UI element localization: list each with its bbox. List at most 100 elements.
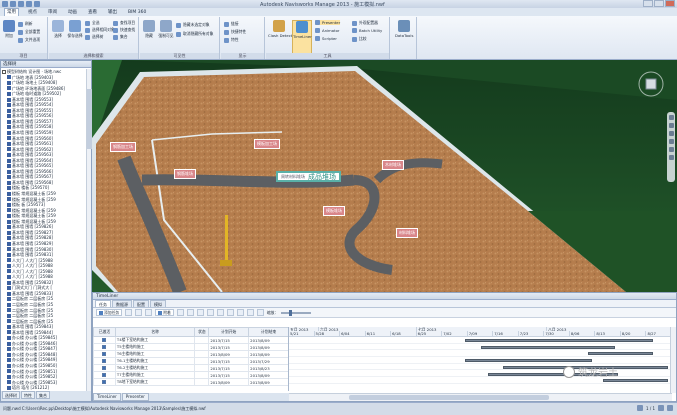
task-end[interactable]: 2013/8/09 bbox=[248, 336, 288, 344]
task-status[interactable] bbox=[194, 371, 210, 379]
tab-home[interactable]: 常用 bbox=[4, 8, 19, 16]
undo-icon[interactable] bbox=[26, 1, 32, 7]
task-status[interactable] bbox=[194, 343, 210, 351]
gantt-scroll-thumb[interactable] bbox=[349, 395, 549, 400]
gantt-bar[interactable] bbox=[465, 339, 653, 342]
task-row[interactable]: T6-1主楼结构施工 2013/7/15 2013/7/29 bbox=[93, 357, 288, 365]
task-start[interactable]: 2013/7/15 bbox=[208, 343, 250, 351]
task-end[interactable]: 2013/8/23 bbox=[248, 364, 288, 372]
tab-bim360[interactable]: BIM 360 bbox=[126, 10, 148, 15]
bottom-tab-presenter[interactable]: Presenter bbox=[121, 393, 149, 401]
orbit-icon[interactable] bbox=[668, 139, 674, 144]
appearance-profiler-button[interactable]: 外观配置器 bbox=[352, 20, 378, 26]
task-start[interactable]: 2013/7/15 bbox=[208, 364, 250, 372]
active-checkbox[interactable] bbox=[102, 365, 107, 370]
task-status[interactable] bbox=[194, 336, 210, 344]
task-name[interactable]: T6-1主楼结构施工 bbox=[114, 357, 196, 365]
clear-icon[interactable] bbox=[186, 309, 194, 316]
scene-viewport[interactable]: 钢筋加工场 模板加工场 钢筋堆场 木材堆场 模板堆场 材料堆场 周转材料堆场 成… bbox=[92, 60, 677, 292]
hide-button[interactable]: 隐藏 bbox=[141, 20, 157, 39]
task-name[interactable]: T7主楼结构施工 bbox=[114, 371, 196, 379]
tree-scrollbar[interactable] bbox=[86, 69, 92, 391]
look-icon[interactable] bbox=[668, 147, 674, 152]
task-active-cell[interactable] bbox=[93, 378, 116, 386]
page-prev-icon[interactable] bbox=[637, 405, 644, 411]
task-start[interactable]: 2013/7/15 bbox=[208, 371, 250, 379]
task-end[interactable]: 2013/8/09 bbox=[248, 378, 288, 386]
task-active-cell[interactable] bbox=[93, 350, 116, 358]
columns-icon[interactable] bbox=[206, 309, 214, 316]
zoom-slider-thumb[interactable] bbox=[289, 309, 293, 316]
task-start[interactable]: 2013/8/09 bbox=[208, 378, 250, 386]
indent-icon[interactable] bbox=[216, 309, 224, 316]
active-checkbox[interactable] bbox=[102, 337, 107, 342]
task-name[interactable]: T4楼下室结构施工 bbox=[114, 336, 196, 344]
datatools-button[interactable]: DataTools bbox=[395, 20, 413, 38]
task-row[interactable]: T6主楼结构施工 2013/8/09 2013/8/09 bbox=[93, 350, 288, 358]
task-row[interactable]: T7主楼结构施工 2013/7/15 2013/8/09 bbox=[93, 371, 288, 379]
tab-output[interactable]: 输出 bbox=[106, 9, 119, 15]
properties-button[interactable]: 特性 bbox=[224, 37, 239, 43]
tab-configure[interactable]: 配置 bbox=[133, 300, 149, 307]
timeliner-button[interactable]: TimeLiner bbox=[292, 20, 312, 54]
zoom-slider[interactable] bbox=[281, 309, 312, 316]
task-active-cell[interactable] bbox=[93, 371, 116, 379]
tab-viewpoint[interactable]: 视点 bbox=[26, 9, 39, 15]
task-end[interactable]: 2013/7/29 bbox=[248, 357, 288, 365]
task-name[interactable]: T6主楼结构施工 bbox=[114, 350, 196, 358]
timeliner-vscrollbar[interactable] bbox=[670, 327, 676, 393]
gantt-bar[interactable] bbox=[480, 345, 615, 349]
task-status[interactable] bbox=[194, 357, 210, 365]
active-checkbox[interactable] bbox=[102, 379, 107, 384]
redo-icon[interactable] bbox=[34, 1, 40, 7]
task-row[interactable]: T8地下室结构施工 2013/8/09 2013/8/09 bbox=[93, 378, 288, 386]
walk-icon[interactable] bbox=[668, 155, 674, 160]
page-next-icon[interactable] bbox=[658, 405, 664, 411]
task-end[interactable]: 2013/8/09 bbox=[248, 343, 288, 351]
tab-properties[interactable]: 特性 bbox=[21, 391, 35, 399]
select-all-button[interactable]: 全选 bbox=[85, 20, 100, 26]
task-status[interactable] bbox=[194, 350, 210, 358]
task-name[interactable]: T8地下室结构施工 bbox=[114, 378, 196, 386]
quick-properties-button[interactable]: 快捷特性 bbox=[224, 29, 246, 35]
active-checkbox[interactable] bbox=[102, 372, 107, 377]
batch-utility-button[interactable]: Batch Utility bbox=[352, 28, 382, 33]
gantt-view-icon[interactable] bbox=[236, 309, 244, 316]
task-status[interactable] bbox=[194, 364, 210, 372]
close-button[interactable] bbox=[665, 0, 675, 7]
bottom-tab-timeliner[interactable]: TimeLiner bbox=[93, 393, 121, 401]
actual-view-icon[interactable] bbox=[256, 309, 264, 316]
tab-review[interactable]: 审阅 bbox=[46, 9, 59, 15]
refresh-button[interactable]: 刷新 bbox=[18, 21, 33, 27]
hide-unselected-button[interactable]: 隐藏未选定对象 bbox=[176, 22, 210, 28]
viewcube-icon[interactable] bbox=[637, 70, 665, 98]
file-options-button[interactable]: 文件选项 bbox=[18, 37, 40, 43]
save-icon[interactable] bbox=[18, 1, 24, 7]
gantt-bar[interactable] bbox=[603, 379, 669, 383]
gantt-bar[interactable] bbox=[587, 352, 653, 356]
col-status[interactable]: 状态 bbox=[194, 327, 210, 337]
maximize-button[interactable] bbox=[654, 0, 664, 7]
compare-button[interactable]: 比较 bbox=[352, 36, 367, 42]
task-row[interactable]: T4楼下室结构施工 2013/7/15 2013/8/09 bbox=[93, 336, 288, 344]
active-checkbox[interactable] bbox=[102, 351, 107, 356]
task-active-cell[interactable] bbox=[93, 336, 116, 344]
task-row[interactable]: T5主楼结构施工 2013/7/15 2013/8/09 bbox=[93, 343, 288, 351]
task-end[interactable]: 2013/8/09 bbox=[248, 350, 288, 358]
presenter-button[interactable]: Presenter bbox=[315, 20, 341, 25]
tab-data-sources[interactable]: 数据源 bbox=[112, 300, 132, 307]
clash-detective-button[interactable]: Clash Detective bbox=[268, 20, 298, 38]
select-button[interactable]: 选择 bbox=[50, 20, 66, 39]
selection-tree-button[interactable]: 选择树 bbox=[85, 34, 103, 40]
gantt-bar[interactable] bbox=[465, 359, 592, 363]
task-row[interactable]: T6-2主楼结构施工 2013/7/15 2013/8/23 bbox=[93, 364, 288, 372]
quick-find-button[interactable]: 快速查找 bbox=[113, 27, 135, 33]
steering-wheel-icon[interactable] bbox=[668, 115, 674, 120]
zoom-icon[interactable] bbox=[668, 131, 674, 136]
reset-all-button[interactable]: 全部重置 bbox=[18, 29, 40, 35]
col-name[interactable]: 名称 bbox=[114, 327, 196, 337]
task-name[interactable]: T5主楼结构施工 bbox=[114, 343, 196, 351]
minimize-button[interactable] bbox=[643, 0, 653, 7]
pan-icon[interactable] bbox=[668, 123, 674, 128]
task-end[interactable]: 2013/8/09 bbox=[248, 371, 288, 379]
